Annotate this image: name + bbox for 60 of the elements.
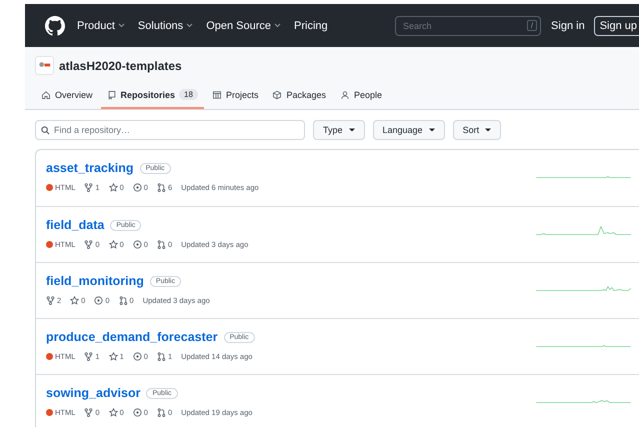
- filter-dropdown-button[interactable]: Language: [372, 120, 445, 140]
- issue-icon: [132, 408, 142, 417]
- repository-link[interactable]: produce_demand_forecaster: [46, 330, 218, 344]
- sign-up-button[interactable]: Sign up: [594, 16, 639, 36]
- nav-menu-item[interactable]: Open Source: [206, 20, 282, 32]
- organization-avatar-icon: [35, 56, 54, 75]
- caret-icon: [485, 128, 492, 132]
- issue-icon: [132, 183, 142, 192]
- pull-request-icon: [118, 296, 128, 305]
- issue-icon: [94, 296, 104, 305]
- search-placeholder: Find a repository…: [54, 125, 130, 135]
- issue-icon: [132, 240, 142, 249]
- nav-tab[interactable]: Overview: [35, 85, 99, 109]
- caret-icon: [186, 23, 194, 28]
- filter-dropdown-button[interactable]: Type: [313, 120, 365, 140]
- nav-menu-item[interactable]: Pricing: [294, 20, 328, 32]
- repository-link[interactable]: field_data: [46, 218, 104, 232]
- fork-icon: [84, 352, 94, 361]
- caret-icon: [348, 128, 355, 132]
- caret-icon: [428, 128, 435, 132]
- repository-link[interactable]: asset_tracking: [46, 161, 134, 175]
- person-icon: [340, 90, 350, 100]
- repository-link[interactable]: field_monitoring: [46, 274, 144, 288]
- caret-icon: [274, 23, 282, 28]
- book-icon: [106, 90, 117, 100]
- star-icon: [70, 296, 80, 305]
- sign-in-link[interactable]: Sign in: [551, 20, 585, 32]
- nav-tab[interactable]: Repositories 18: [100, 85, 204, 109]
- fork-icon: [84, 183, 94, 192]
- caret-icon: [118, 23, 125, 28]
- nav-tab[interactable]: People: [334, 85, 388, 109]
- repository-count: 18: [179, 89, 198, 100]
- pull-request-icon: [156, 183, 166, 192]
- issue-icon: [132, 352, 142, 361]
- star-icon: [108, 352, 118, 361]
- search-icon: [41, 126, 50, 134]
- search-placeholder: Search: [403, 20, 433, 30]
- fork-icon: [84, 408, 94, 417]
- package-icon: [272, 90, 282, 100]
- shortcut-key: /: [526, 20, 538, 31]
- table-icon: [212, 90, 222, 100]
- organization-name: atlasH2020-templates: [59, 58, 182, 72]
- star-icon: [108, 183, 118, 192]
- search-field[interactable]: Search /: [395, 16, 542, 36]
- star-icon: [108, 240, 118, 249]
- repository-link[interactable]: sowing_advisor: [46, 386, 140, 400]
- nav-menu-item[interactable]: Solutions: [138, 20, 194, 32]
- pull-request-icon: [156, 352, 166, 361]
- home-icon: [41, 90, 51, 100]
- repository-search-field[interactable]: Find a repository…: [35, 120, 305, 140]
- star-icon: [108, 408, 118, 417]
- filter-dropdown-button[interactable]: Sort: [452, 120, 502, 140]
- pull-request-icon: [156, 408, 166, 417]
- fork-icon: [46, 296, 55, 305]
- nav-tab[interactable]: Packages: [266, 85, 332, 109]
- nav-menu-item[interactable]: Product: [77, 20, 125, 32]
- octocat-logo-icon[interactable]: [45, 16, 65, 36]
- fork-icon: [84, 240, 94, 249]
- nav-tab[interactable]: Projects: [206, 85, 264, 109]
- pull-request-icon: [156, 240, 166, 249]
